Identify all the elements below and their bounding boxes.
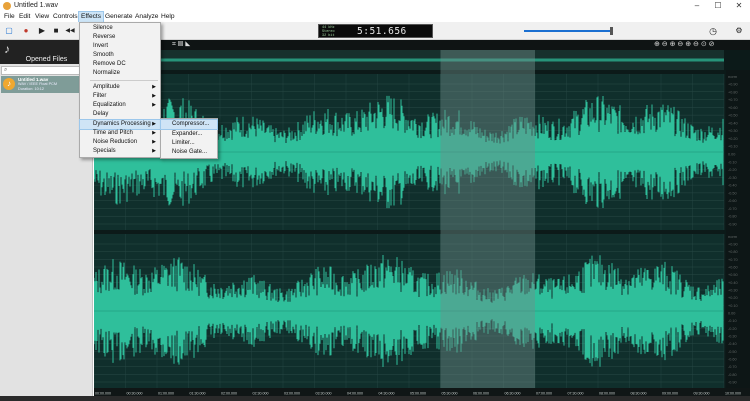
time-display: 44 kHz Stereo 32 bit 5:51.656 (318, 24, 433, 38)
effects-dropdown-menu: Silence Reverse Invert Smooth Remove DC … (79, 22, 161, 158)
menu-item-remove-dc[interactable]: Remove DC (80, 60, 160, 69)
time-tick-label: 04:00.000 (347, 392, 363, 396)
menu-item-normalize[interactable]: Normalize (80, 69, 160, 78)
stop-icon[interactable]: ■ (51, 26, 61, 36)
time-tick-label: 06:30.000 (505, 392, 521, 396)
time-tick-label: 03:00.000 (284, 392, 300, 396)
menu-item-filter[interactable]: Filter ▶ (80, 92, 160, 101)
close-button[interactable]: ✕ (728, 0, 750, 12)
new-file-icon[interactable]: ▢ (4, 26, 14, 36)
app-icon (3, 2, 11, 10)
volume-slider[interactable] (524, 30, 611, 32)
selection-region (440, 50, 535, 388)
menu-file[interactable]: File (2, 12, 17, 22)
time-tick-label: 06:00.000 (473, 392, 489, 396)
minimize-button[interactable]: – (686, 0, 708, 12)
submenu-item-expander[interactable]: Expander... (161, 130, 217, 139)
menu-item-specials[interactable]: Specials ▶ (80, 147, 160, 156)
time-tick-label: 03:30.000 (316, 392, 332, 396)
time-tick-label: 07:00.000 (536, 392, 552, 396)
dynamics-processing-submenu: Compressor... Expander... Limiter... Noi… (160, 118, 218, 159)
editor-toolbar: ⌗ ▤ ◣ ⊕ ⊖ ⊕ ⊖ ⊕ ⊖ ⊙ ⊘ (94, 40, 750, 50)
menu-view[interactable]: View (33, 12, 51, 22)
file-format: WAV / IEEE Float PCM (18, 82, 58, 86)
menu-item-delay[interactable]: Delay (80, 110, 160, 119)
time-tick-label: 02:00.000 (221, 392, 237, 396)
settings-icon[interactable]: ⚙ (734, 26, 744, 36)
time-tick-label: 00:30.000 (127, 392, 143, 396)
menu-generate[interactable]: Generate (103, 12, 135, 22)
time-tick-label: 02:30.000 (253, 392, 269, 396)
record-icon[interactable]: ● (21, 26, 31, 36)
waveform-canvas[interactable]: +0.90+0.80+0.70+0.60+0.50+0.40+0.30+0.20… (94, 50, 750, 396)
time-tick-label: 05:00.000 (410, 392, 426, 396)
maximize-button[interactable]: ☐ (707, 0, 729, 12)
rewind-icon[interactable]: ◀◀ (65, 26, 75, 36)
submenu-item-limiter[interactable]: Limiter... (161, 139, 217, 148)
window-title: Untitled 1.wav (14, 2, 58, 9)
time-tick-label: 04:30.000 (379, 392, 395, 396)
menu-controls[interactable]: Controls (51, 12, 80, 22)
time-tick-label: 05:30.000 (442, 392, 458, 396)
current-time: 5:51.656 (357, 26, 407, 37)
menu-item-invert[interactable]: Invert (80, 42, 160, 51)
menu-edit[interactable]: Edit (17, 12, 32, 22)
time-tick-label: 08:00.000 (599, 392, 615, 396)
clock-icon[interactable]: ◷ (708, 26, 718, 36)
menu-analyze[interactable]: Analyze (133, 12, 160, 22)
menu-item-equalization[interactable]: Equalization ▶ (80, 101, 160, 110)
menu-effects[interactable]: Effects (77, 11, 105, 23)
menu-item-smooth[interactable]: Smooth (80, 51, 160, 60)
time-tick-label: 00:00.000 (95, 392, 111, 396)
time-tick-label: 09:30.000 (694, 392, 710, 396)
menu-item-time-and-pitch[interactable]: Time and Pitch ▶ (80, 129, 160, 138)
waveform-editor[interactable]: ⌗ ▤ ◣ ⊕ ⊖ ⊕ ⊖ ⊕ ⊖ ⊙ ⊘ +0.90+0.80+0.70+0.… (94, 40, 750, 396)
menu-separator (90, 80, 158, 81)
volume-slider-handle[interactable] (610, 27, 613, 35)
time-tick-label: 10:00.000 (725, 392, 741, 396)
audio-file-icon: ♪ (3, 78, 15, 90)
file-duration: Duration: 10:12 (18, 87, 44, 91)
title-bar: Untitled 1.wav – ☐ ✕ (0, 0, 750, 12)
music-note-icon: ♪ (4, 42, 10, 56)
time-tick-label: 01:30.000 (190, 392, 206, 396)
time-tick-label: 07:30.000 (568, 392, 584, 396)
menu-help[interactable]: Help (159, 12, 177, 22)
submenu-item-noise-gate[interactable]: Noise Gate... (161, 148, 217, 157)
menu-item-noise-reduction[interactable]: Noise Reduction ▶ (80, 138, 160, 147)
menu-item-reverse[interactable]: Reverse (80, 33, 160, 42)
time-tick-label: 09:00.000 (662, 392, 678, 396)
waveform-tools-icon[interactable]: ⌗ ▤ ◣ (172, 41, 191, 49)
zoom-tools-icon[interactable]: ⊕ ⊖ ⊕ ⊖ ⊕ ⊖ ⊙ ⊘ (654, 40, 715, 48)
menu-item-dynamics-processing[interactable]: Dynamics Processing ▶ (79, 119, 161, 130)
time-tick-label: 01:00.000 (158, 392, 174, 396)
time-tick-label: 08:30.000 (631, 392, 647, 396)
status-bar (0, 396, 750, 401)
play-icon[interactable]: ▶ (37, 26, 47, 36)
menu-item-amplitude[interactable]: Amplitude ▶ (80, 83, 160, 92)
menu-bar: File Edit View Controls Effects Generate… (0, 11, 750, 23)
submenu-item-compressor[interactable]: Compressor... (160, 119, 218, 130)
amplitude-ruler (726, 70, 750, 388)
menu-item-silence[interactable]: Silence (80, 24, 160, 33)
search-icon: ⌕ (4, 67, 8, 73)
lcd-info: 44 kHz Stereo 32 bit (322, 26, 335, 38)
